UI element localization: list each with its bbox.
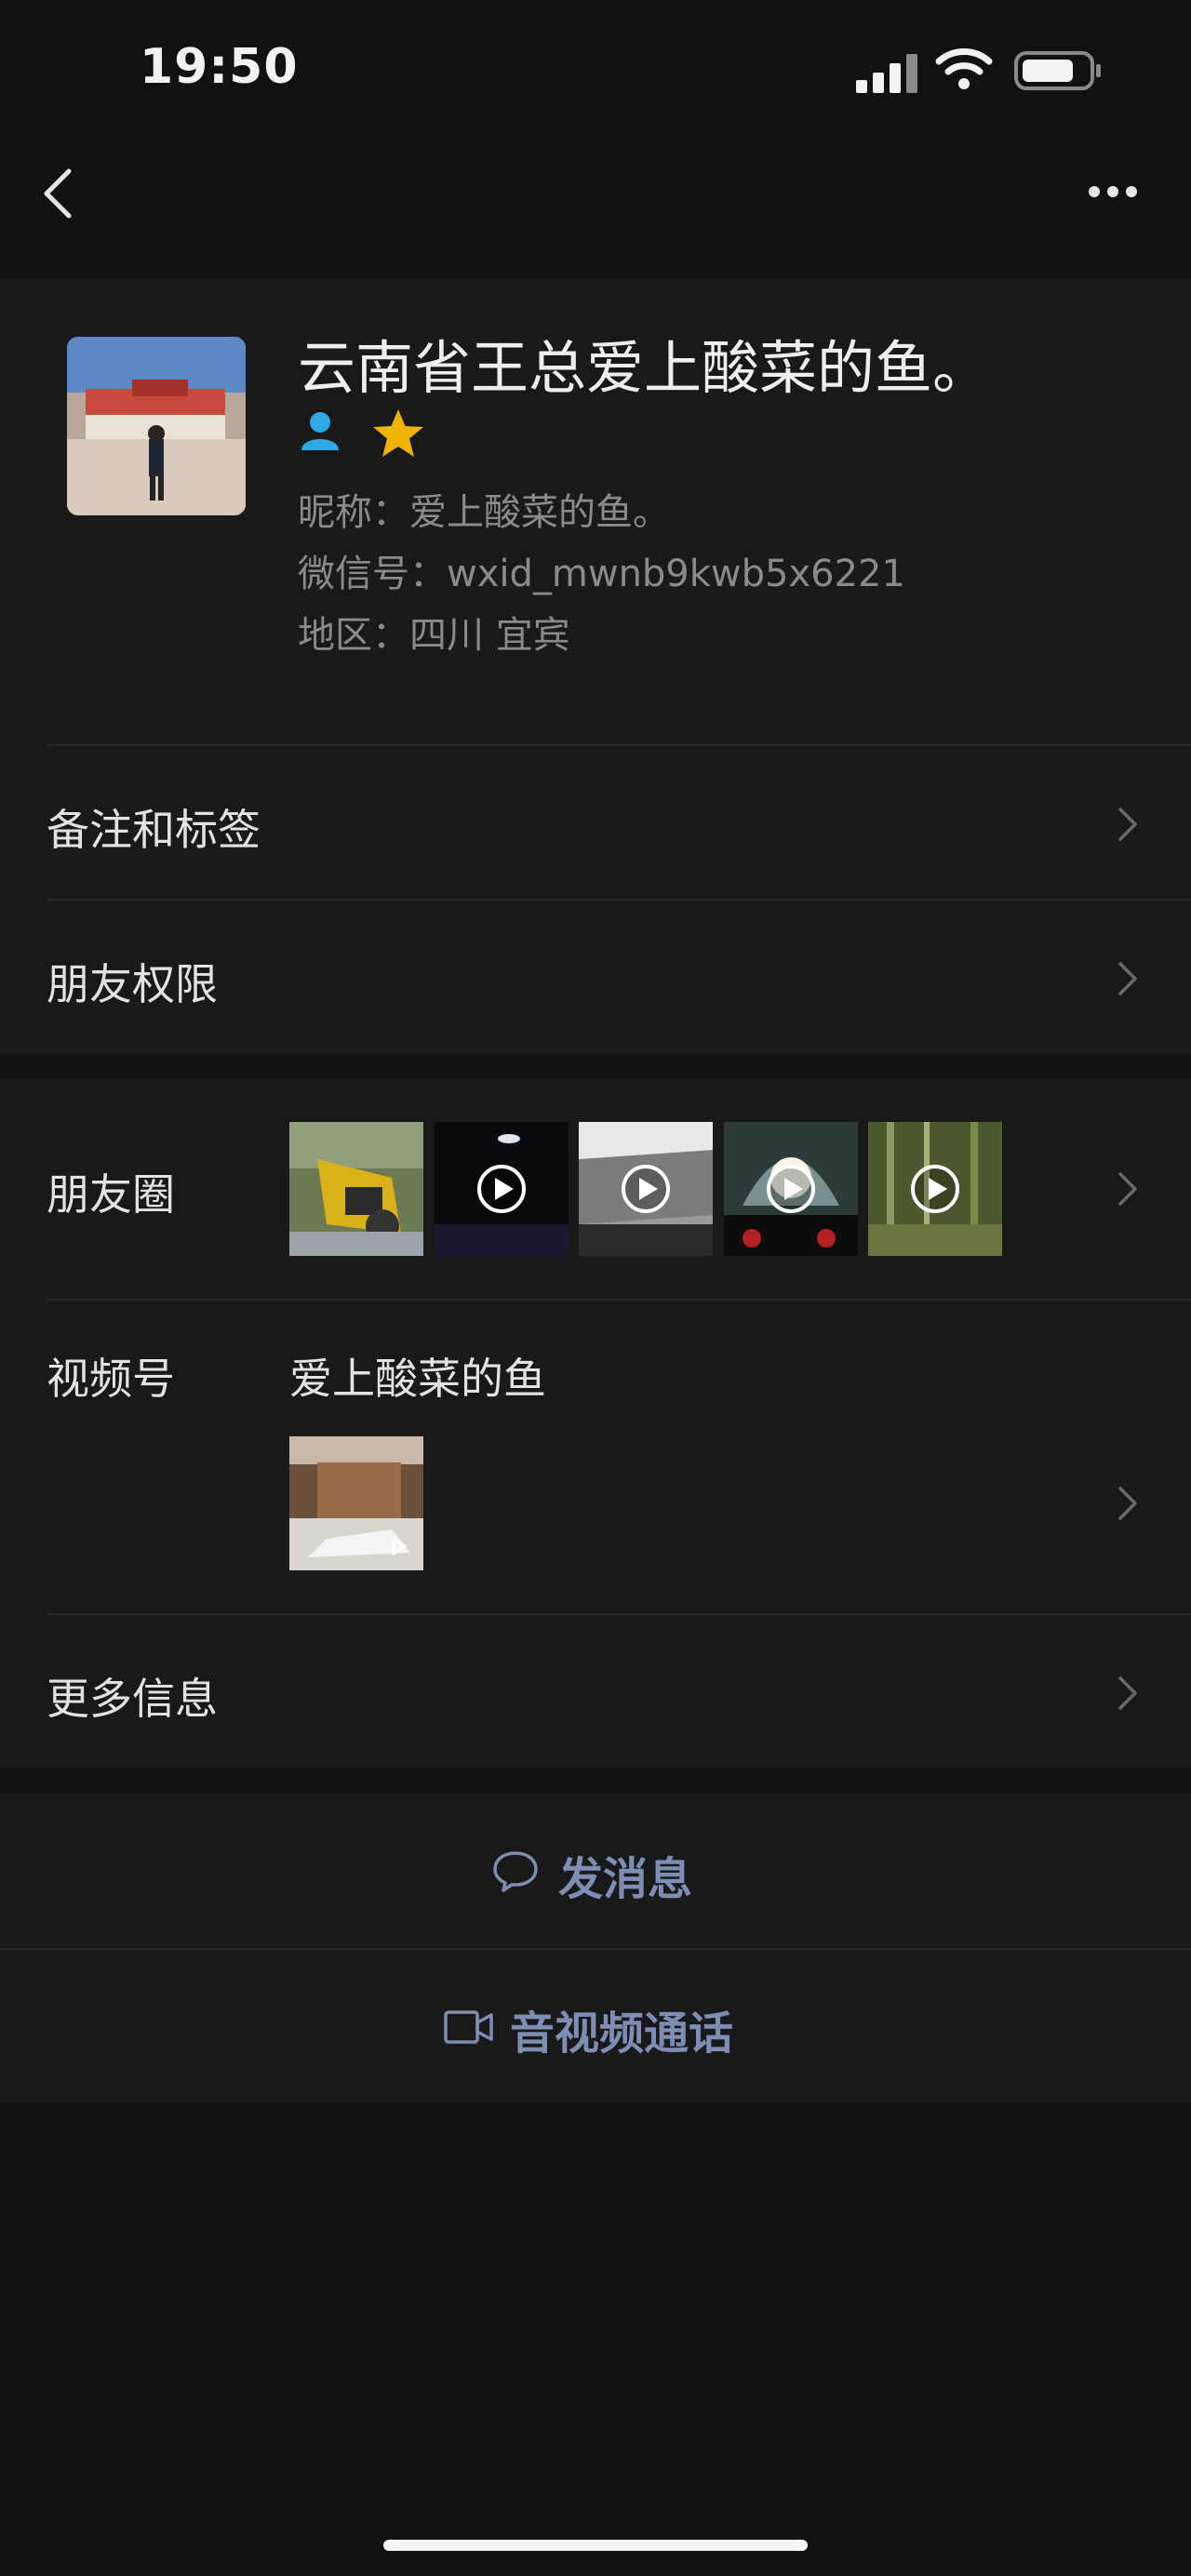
more-info-label: 更多信息 bbox=[47, 1674, 218, 1724]
remarks-tags-label: 备注和标签 bbox=[47, 805, 261, 855]
moments-video-thumbnail bbox=[724, 1122, 858, 1256]
region-text: 地区：四川 宜宾 bbox=[298, 614, 570, 657]
display-name: 云南省王总爱上酸菜的鱼。 bbox=[298, 334, 991, 402]
channels-name: 爱上酸菜的鱼 bbox=[289, 1354, 546, 1404]
friend-permissions-label: 朋友权限 bbox=[47, 959, 218, 1009]
moments-video-thumbnail bbox=[435, 1122, 569, 1256]
channels-row[interactable] bbox=[0, 1301, 1191, 1613]
send-message-label: 发消息 bbox=[558, 1853, 693, 1905]
chevron-right-icon bbox=[1118, 962, 1137, 995]
star-icon bbox=[373, 409, 423, 457]
moments-photo-thumbnail bbox=[289, 1122, 423, 1256]
wifi-icon bbox=[935, 48, 993, 89]
nickname-text: 昵称：爱上酸菜的鱼。 bbox=[298, 491, 670, 534]
moments-video-thumbnail bbox=[868, 1122, 1002, 1256]
chat-bubble-icon bbox=[493, 1851, 538, 1892]
chevron-right-icon bbox=[1118, 1172, 1137, 1206]
wechat-id-text: 微信号：wxid_mwnb9kwb5x6221 bbox=[298, 553, 905, 595]
more-options-icon[interactable] bbox=[1087, 184, 1139, 199]
contact-icon bbox=[301, 412, 339, 450]
status-time: 19:50 bbox=[140, 39, 299, 95]
chevron-right-icon bbox=[1118, 1676, 1137, 1710]
video-camera-icon bbox=[444, 2010, 493, 2044]
channels-label: 视频号 bbox=[47, 1354, 175, 1404]
home-indicator[interactable] bbox=[383, 2540, 808, 2551]
chevron-right-icon bbox=[1118, 1487, 1137, 1520]
channels-video-thumbnail bbox=[289, 1436, 423, 1570]
back-icon[interactable] bbox=[39, 167, 76, 220]
moments-video-thumbnail bbox=[579, 1122, 713, 1256]
chevron-right-icon bbox=[1118, 808, 1137, 841]
avatar[interactable] bbox=[67, 337, 246, 515]
battery-icon bbox=[1014, 51, 1101, 90]
moments-label: 朋友圈 bbox=[47, 1169, 175, 1220]
cellular-signal-icon bbox=[856, 54, 917, 93]
video-call-label: 音视频通话 bbox=[510, 2008, 734, 2060]
